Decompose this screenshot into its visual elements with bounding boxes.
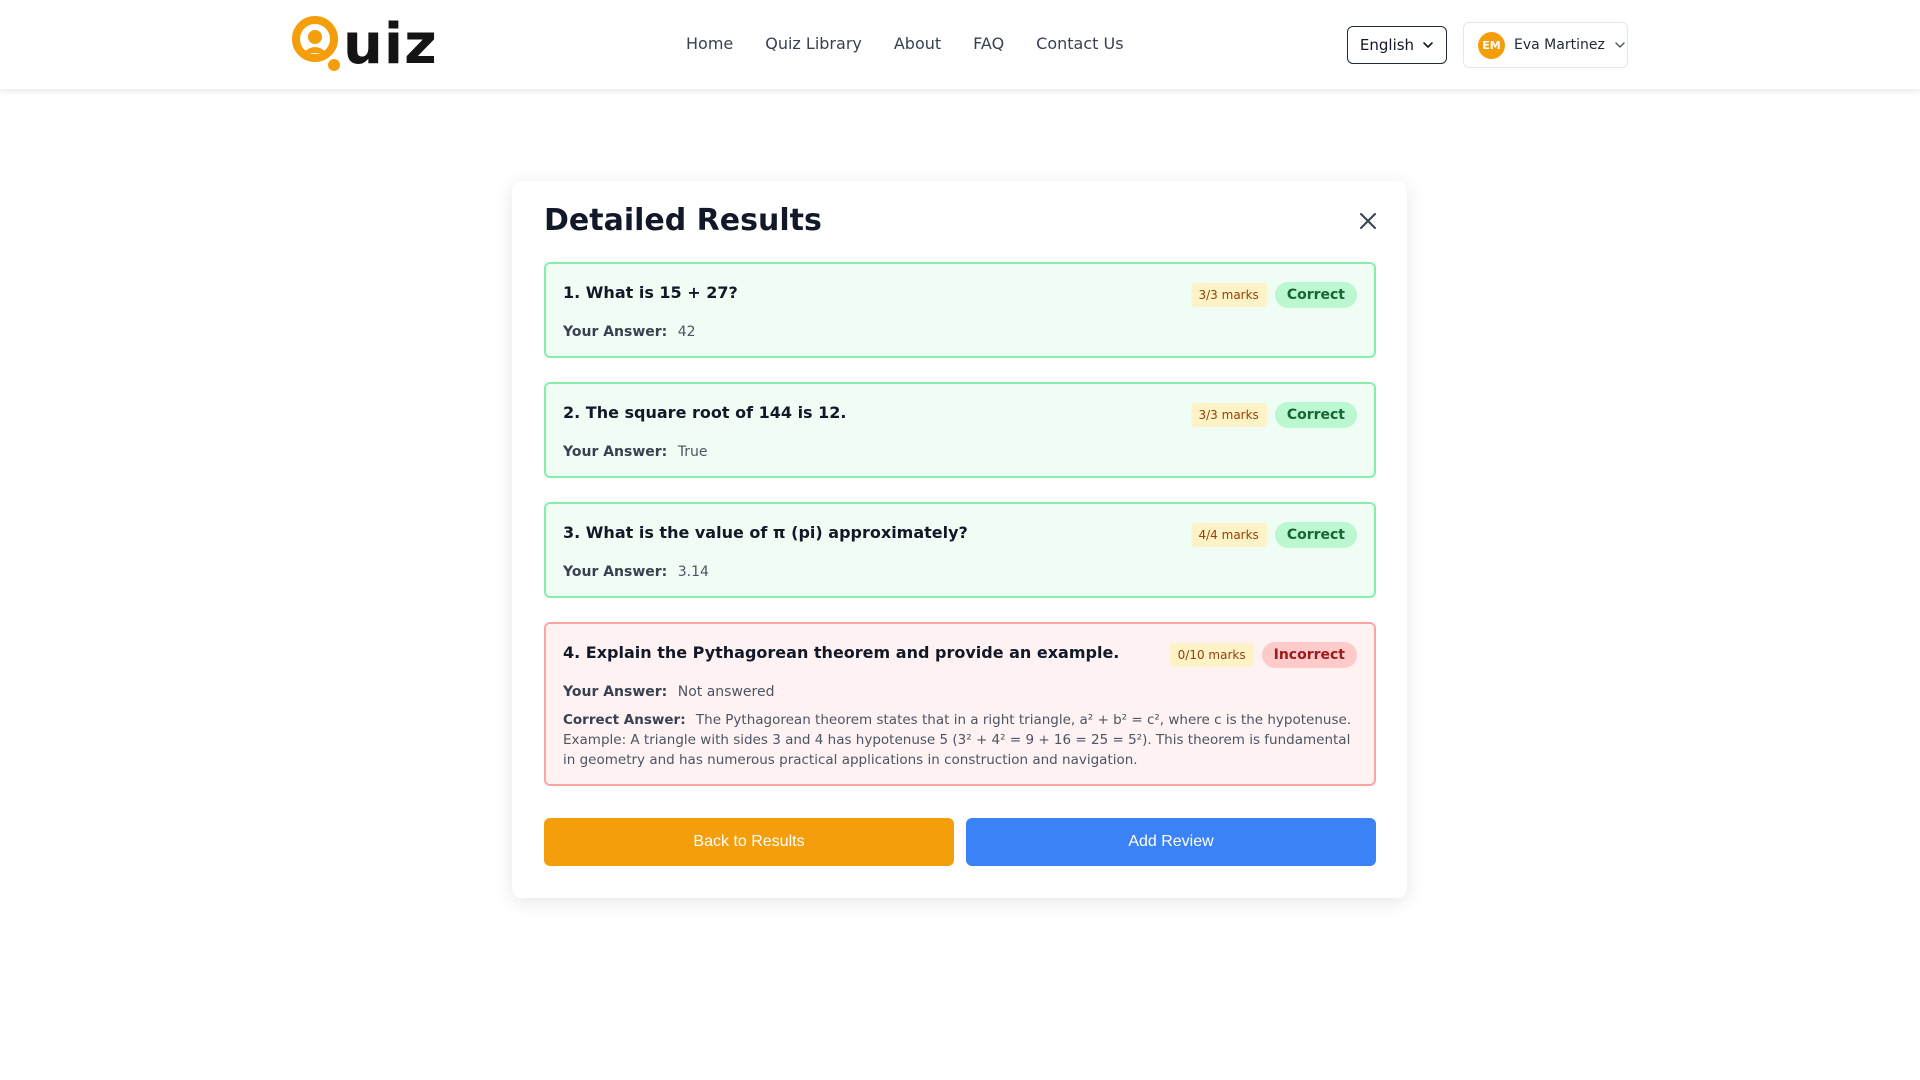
question-card: 1. What is 15 + 27? 3/3 marks Correct Yo… [544,262,1376,358]
question-text: 4. Explain the Pythagorean theorem and p… [563,643,1120,662]
question-text: 1. What is 15 + 27? [563,283,738,302]
marks-badge: 3/3 marks [1190,403,1267,427]
logo-q-icon [291,15,345,73]
top-navbar: uiz Home Quiz Library About FAQ Contact … [0,0,1920,89]
question-card: 3. What is the value of π (pi) approxima… [544,502,1376,598]
back-to-results-button[interactable]: Back to Results [544,818,954,866]
answer-label: Your Answer: [563,684,668,700]
nav-quiz-library[interactable]: Quiz Library [765,30,862,58]
language-label: English [1359,36,1415,54]
logo-text: uiz [343,12,438,77]
answer-label: Your Answer: [563,324,668,340]
user-name: Eva Martinez [1514,37,1605,53]
language-select[interactable]: English [1347,26,1447,64]
answer-value: 3.14 [677,564,709,580]
question-text: 2. The square root of 144 is 12. [563,403,847,422]
your-answer: Your Answer: Not answered [563,682,1357,702]
detailed-results-modal: Detailed Results 1. What is 15 + 27? 3/3… [512,181,1407,898]
quiz-logo[interactable]: uiz [291,14,438,74]
correct-answer: Correct Answer: The Pythagorean theorem … [563,710,1357,770]
nav-faq[interactable]: FAQ [973,30,1004,58]
status-badge: Correct [1274,282,1357,308]
nav-about[interactable]: About [894,30,941,58]
question-card: 4. Explain the Pythagorean theorem and p… [544,622,1376,786]
chevron-down-icon [1423,42,1433,48]
your-answer: Your Answer: True [563,442,1357,462]
chevron-down-icon [1615,42,1625,48]
marks-badge: 0/10 marks [1169,643,1254,667]
close-button[interactable] [1354,207,1382,235]
modal-title: Detailed Results [544,203,822,238]
add-review-button[interactable]: Add Review [966,818,1376,866]
marks-badge: 4/4 marks [1190,523,1267,547]
status-badge: Incorrect [1261,642,1357,668]
your-answer: Your Answer: 3.14 [563,562,1357,582]
avatar: EM [1478,31,1505,59]
question-text: 3. What is the value of π (pi) approxima… [563,523,968,542]
correct-answer-label: Correct Answer: [563,712,686,728]
status-badge: Correct [1274,402,1357,428]
answer-value: 42 [677,324,696,340]
main-nav: Home Quiz Library About FAQ Contact Us [686,30,1124,58]
status-badge: Correct [1274,522,1357,548]
your-answer: Your Answer: 42 [563,322,1357,342]
nav-home[interactable]: Home [686,30,733,58]
close-icon [1360,213,1376,229]
answer-value: Not answered [677,684,775,700]
answer-value: True [677,444,708,460]
marks-badge: 3/3 marks [1190,283,1267,307]
question-card: 2. The square root of 144 is 12. 3/3 mar… [544,382,1376,478]
nav-contact-us[interactable]: Contact Us [1036,30,1123,58]
answer-label: Your Answer: [563,564,668,580]
answer-label: Your Answer: [563,444,668,460]
user-menu[interactable]: EM Eva Martinez [1463,22,1628,68]
